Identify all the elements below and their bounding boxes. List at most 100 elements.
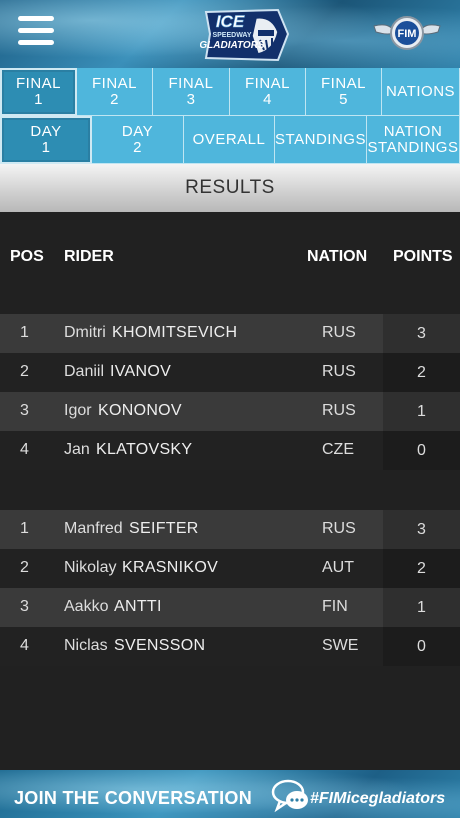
day-tabs: DAY 1 DAY 2 OVERALL STANDINGS NATION STANDINGS [0,116,460,164]
points-cell: 3 [383,510,460,549]
nation-cell: RUS [322,363,356,380]
tab-label: NATION [383,122,443,140]
ice-speedway-gladiators-logo: ICE SPEEDWAY GLADIATORS [200,8,290,62]
tab-final-5[interactable]: FINAL 5 [306,68,382,116]
pos-cell: 2 [20,559,29,576]
table-header: POS RIDER NATION POINTS [0,248,460,270]
logo-fim-text: FIM [398,28,417,40]
tab-final-4[interactable]: FINAL 4 [230,68,306,116]
tab-sublabel: 1 [34,91,43,108]
tab-label: FINAL [91,74,137,92]
header-rider: RIDER [64,248,114,265]
join-conversation-text: JOIN THE CONVERSATION [14,788,252,808]
nation-cell: RUS [322,520,356,537]
logo-ice-text: ICE [216,12,245,31]
chat-bubbles-icon [271,779,308,813]
nation-cell: AUT [322,559,354,576]
tab-label: FINAL [15,75,61,92]
rider-first-name: Jan [64,441,90,458]
tab-final-2[interactable]: FINAL 2 [77,68,153,116]
tab-label: DAY [121,122,154,140]
pos-cell: 3 [20,598,29,615]
tab-label: NATIONS [385,82,456,100]
results-title: RESULTS [185,177,275,198]
logo-speedway-text: SPEEDWAY [212,32,251,39]
table-row[interactable]: 4 Jan KLATOVSKY CZE 0 [0,431,460,470]
rider-last-name: KLATOVSKY [96,441,193,458]
pos-cell: 3 [20,402,29,419]
results-table: POS RIDER NATION POINTS 1 Dmitri KHOMITSEV… [0,212,460,770]
nation-cell: RUS [322,324,356,341]
tab-overall[interactable]: OVERALL [184,116,275,164]
tab-day-1[interactable]: DAY 1 [0,116,92,164]
header-nation: NATION [307,248,368,265]
rider-last-name: ANTTI [114,598,162,615]
rider-last-name: SEIFTER [129,520,199,537]
tab-sublabel: 3 [186,90,196,108]
nation-cell: SWE [322,637,359,654]
table-row[interactable]: 3 Aakko ANTTI FIN 1 [0,588,460,627]
rider-first-name: Dmitri [64,324,106,341]
app-header: ICE SPEEDWAY GLADIATORS FIM [0,0,460,68]
table-row[interactable]: 4 Niclas SVENSSON SWE 0 [0,627,460,666]
tab-sublabel: 2 [110,90,119,108]
footer-banner[interactable]: JOIN THE CONVERSATION #FIMicegladiators [0,770,460,818]
points-cell: 0 [383,431,460,470]
pos-cell: 1 [20,324,29,341]
fim-logo: FIM [373,16,441,50]
results-title-bar: RESULTS [0,164,460,212]
hashtag-text: #FIMicegladiators [310,790,446,807]
tab-sublabel: 4 [263,90,272,108]
rider-first-name: Manfred [64,520,123,537]
tab-nations[interactable]: NATIONS [382,68,460,116]
tab-final-3[interactable]: FINAL 3 [153,68,230,116]
table-row[interactable]: 1 Dmitri KHOMITSEVICH RUS 3 [0,314,460,353]
pos-cell: 4 [20,441,29,458]
rider-first-name: Aakko [64,598,109,615]
tab-label: FINAL [320,74,366,92]
points-cell: 1 [383,392,460,431]
rider-first-name: Daniil [64,363,105,380]
tab-sublabel: 5 [339,90,348,108]
pos-cell: 4 [20,637,29,654]
rider-last-name: IVANOV [110,363,172,380]
table-row[interactable]: 1 Manfred SEIFTER RUS 3 [0,510,460,549]
tab-sublabel: 2 [133,138,142,156]
rider-first-name: Niclas [64,637,108,654]
table-row[interactable]: 2 Nikolay KRASNIKOV AUT 2 [0,549,460,588]
table-row[interactable]: 2 Daniil IVANOV RUS 2 [0,353,460,392]
tab-label: FINAL [244,74,290,92]
tab-label: DAY [30,123,62,140]
rider-last-name: SVENSSON [114,637,206,654]
hamburger-menu-icon[interactable] [18,16,54,48]
tab-nation-standings[interactable]: NATION STANDINGS [367,116,460,164]
table-row[interactable]: 3 Igor KONONOV RUS 1 [0,392,460,431]
pos-cell: 2 [20,363,29,380]
points-cell: 0 [383,627,460,666]
points-cell: 1 [383,588,460,627]
tab-sublabel: STANDINGS [367,138,459,156]
rider-last-name: KHOMITSEVICH [112,324,238,341]
tab-sublabel: 1 [41,139,51,156]
nation-cell: FIN [322,598,348,615]
header-points: POINTS [393,248,453,265]
header-pos: POS [10,248,44,265]
pos-cell: 1 [20,520,29,537]
rider-first-name: Igor [64,402,92,419]
logo-gladiators-text: GLADIATORS [200,40,265,51]
rider-last-name: KRASNIKOV [122,559,219,576]
nation-cell: RUS [322,402,356,419]
tab-label: OVERALL [192,130,266,148]
nation-cell: CZE [322,441,354,458]
tab-standings[interactable]: STANDINGS [275,116,367,164]
tab-day-2[interactable]: DAY 2 [92,116,184,164]
rider-last-name: KONONOV [98,402,182,419]
points-cell: 3 [383,314,460,353]
tab-label: FINAL [168,74,214,92]
points-cell: 2 [383,549,460,588]
tab-label: STANDINGS [275,130,366,148]
final-tabs: FINAL 1 FINAL 2 FINAL 3 FINAL 4 FINAL 5 NATIONS [0,68,460,116]
tab-final-1[interactable]: FINAL 1 [0,68,77,116]
points-cell: 2 [383,353,460,392]
rider-first-name: Nikolay [64,559,117,576]
